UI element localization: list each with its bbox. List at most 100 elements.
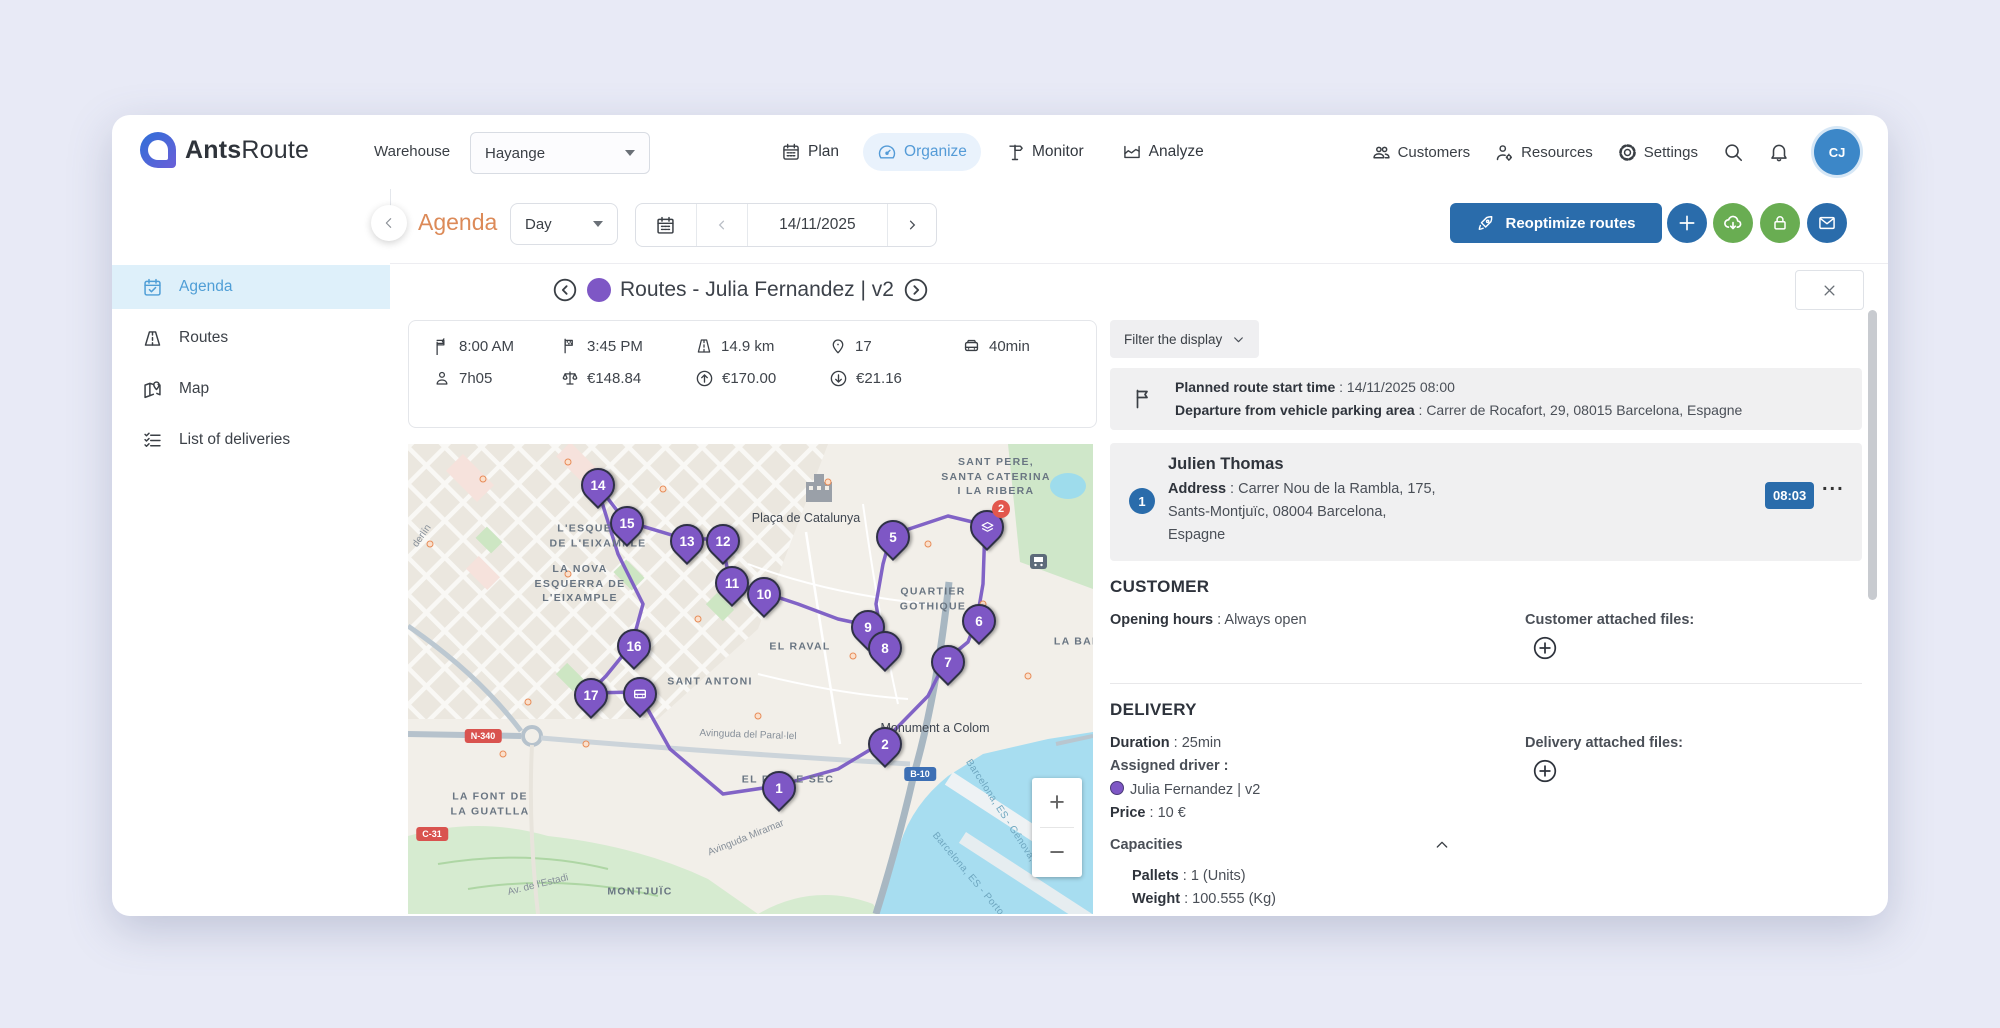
stat-start-time: 8:00 AM	[433, 337, 514, 355]
reoptimize-routes-button[interactable]: Reoptimize routes	[1450, 203, 1662, 243]
route-header: Routes - Julia Fernandez | v2	[552, 270, 929, 310]
lock-button[interactable]	[1760, 203, 1800, 243]
warehouse-select[interactable]: Hayange	[470, 132, 650, 174]
tab-analyze[interactable]: Analyze	[1108, 133, 1218, 171]
flag-icon	[1132, 387, 1156, 411]
chevron-left-icon	[715, 218, 729, 232]
email-button[interactable]	[1807, 203, 1847, 243]
stop-number-badge: 1	[1129, 488, 1155, 514]
opening-hours-line: Opening hours : Always open	[1110, 612, 1307, 628]
close-icon	[1822, 283, 1837, 298]
stop-address-line1: Address : Carrer Nou de la Rambla, 175,	[1168, 481, 1436, 497]
calendar-icon	[781, 142, 801, 162]
sidebar-item-map[interactable]: Map	[112, 367, 390, 411]
next-day-button[interactable]	[888, 204, 936, 246]
content-divider	[390, 263, 1888, 264]
route-stats-card: 8:00 AM 3:45 PM 14.9 km 17 40min 7h05 €1…	[408, 320, 1097, 428]
add-customer-file-button[interactable]	[1532, 635, 1558, 661]
signpost-icon	[1005, 142, 1025, 162]
calendar-picker-button[interactable]	[636, 204, 697, 246]
bell-icon	[1768, 141, 1790, 163]
assigned-driver-value: Julia Fernandez | v2	[1110, 781, 1260, 798]
plus-icon	[1677, 213, 1697, 233]
cloud-download-button[interactable]	[1713, 203, 1753, 243]
tab-plan[interactable]: Plan	[767, 133, 853, 171]
collapse-sidebar-button[interactable]	[371, 205, 407, 241]
add-button[interactable]	[1667, 203, 1707, 243]
route-color-dot	[587, 278, 611, 302]
tab-monitor[interactable]: Monitor	[991, 133, 1098, 171]
delivery-section-heading: DELIVERY	[1110, 700, 1197, 720]
customers-link[interactable]: Customers	[1371, 142, 1471, 163]
poi-dot	[583, 741, 590, 748]
brand-logo[interactable]: AntsRoute	[140, 132, 309, 168]
search-icon	[1722, 141, 1744, 163]
cluster-count-badge: 2	[992, 500, 1010, 518]
layers-icon	[980, 520, 995, 535]
notifications-button[interactable]	[1768, 141, 1790, 163]
settings-link[interactable]: Settings	[1617, 142, 1698, 163]
weight-line: Weight : 100.555 (Kg)	[1132, 891, 1276, 907]
poi-dot	[660, 486, 667, 493]
resources-link[interactable]: Resources	[1494, 142, 1593, 163]
planned-start-line: Planned route start time : 14/11/2025 08…	[1175, 379, 1455, 395]
road-shield: C-31	[416, 827, 448, 841]
flag-icon	[433, 337, 451, 355]
previous-day-button[interactable]	[697, 204, 748, 246]
checklist-icon	[142, 430, 163, 451]
arrow-up-circle-icon	[695, 369, 714, 388]
sidebar-item-agenda[interactable]: Agenda	[112, 265, 390, 309]
close-route-panel-button[interactable]	[1795, 270, 1864, 310]
add-delivery-file-button[interactable]	[1532, 758, 1558, 784]
stop-address-line2: Sants-Montjuïc, 08004 Barcelona,	[1168, 504, 1386, 520]
navbar-right: Customers Resources Settings CJ	[1371, 115, 1860, 189]
previous-route-button[interactable]	[552, 277, 578, 303]
price-line: Price : 10 €	[1110, 805, 1186, 821]
stop-customer-name: Julien Thomas	[1168, 455, 1284, 474]
top-navbar: AntsRoute Warehouse Hayange Plan Organiz…	[112, 115, 1888, 189]
app-window: AntsRoute Warehouse Hayange Plan Organiz…	[112, 115, 1888, 916]
poi-dot	[825, 479, 832, 486]
details-scrollbar[interactable]	[1868, 310, 1877, 600]
delivery-files-label: Delivery attached files:	[1525, 735, 1683, 751]
calendar-check-icon	[142, 277, 163, 298]
zoom-out-button[interactable]: −	[1032, 828, 1082, 877]
sidebar: Agenda Routes Map List of deliveries	[112, 189, 390, 916]
poi-dot	[427, 541, 434, 548]
road-shield: B-10	[904, 767, 936, 781]
filter-display-button[interactable]: Filter the display	[1110, 320, 1259, 358]
sidebar-item-routes[interactable]: Routes	[112, 316, 390, 360]
user-avatar[interactable]: CJ	[1814, 129, 1860, 175]
checkered-flag-icon	[561, 337, 579, 355]
zoom-in-button[interactable]: +	[1032, 778, 1082, 827]
poi-dot	[695, 616, 702, 623]
road-icon	[695, 337, 713, 355]
arrow-down-circle-icon	[829, 369, 848, 388]
customer-section-heading: CUSTOMER	[1110, 577, 1209, 597]
stat-end-time: 3:45 PM	[561, 337, 643, 355]
stop-card[interactable]: 1 Julien Thomas Address : Carrer Nou de …	[1110, 443, 1862, 561]
tab-organize[interactable]: Organize	[863, 133, 981, 171]
stat-stops: 17	[829, 337, 872, 355]
vehicle-icon	[632, 686, 648, 702]
chevron-right-icon	[905, 218, 919, 232]
current-date[interactable]: 14/11/2025	[748, 204, 889, 246]
poi-dot	[565, 459, 572, 466]
antsroute-logo-icon	[140, 132, 176, 168]
poi-dot	[755, 713, 762, 720]
poi-dot	[565, 571, 572, 578]
sidebar-item-deliveries[interactable]: List of deliveries	[112, 418, 390, 462]
chart-icon	[1122, 142, 1142, 162]
stat-distance: 14.9 km	[695, 337, 774, 355]
rocket-icon	[1476, 214, 1495, 233]
period-select[interactable]: Day	[510, 203, 618, 245]
stop-menu-button[interactable]: ...	[1822, 473, 1845, 496]
map-canvas[interactable]: 2 + − L'ESQUERRA DE L'EIXAMPLELA NOVA ES…	[408, 444, 1093, 914]
planned-route-box: Planned route start time : 14/11/2025 08…	[1110, 368, 1862, 430]
capacities-collapse-button[interactable]	[1434, 837, 1450, 853]
scale-icon	[561, 369, 579, 387]
next-route-button[interactable]	[903, 277, 929, 303]
search-button[interactable]	[1722, 141, 1744, 163]
stat-cost: €148.84	[561, 369, 641, 387]
poi-dot	[525, 699, 532, 706]
